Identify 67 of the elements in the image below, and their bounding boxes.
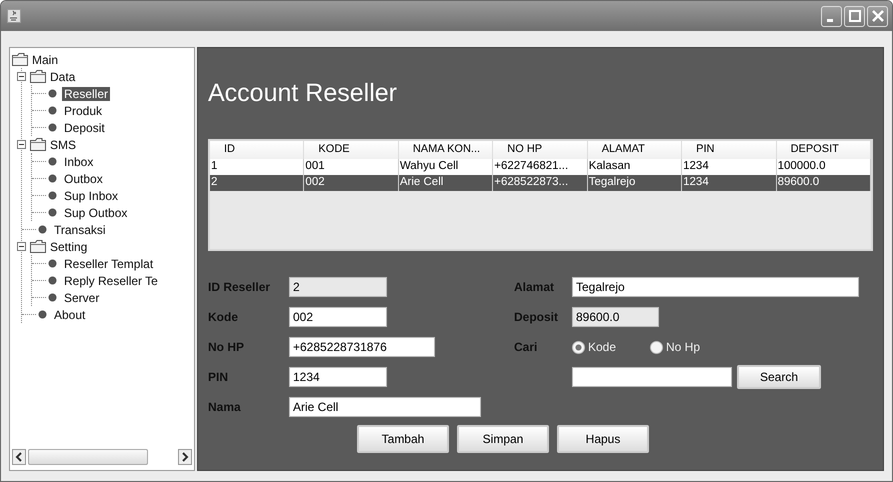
- tree-item[interactable]: About: [52, 308, 88, 322]
- field-label: Nama: [208, 400, 242, 414]
- table-cell: 1234: [682, 175, 777, 191]
- action-button[interactable]: Hapus: [557, 425, 649, 453]
- close-icon: [872, 10, 884, 22]
- input-field[interactable]: 2: [289, 277, 387, 297]
- table-cell: Arie Cell: [398, 175, 494, 191]
- tree-item[interactable]: Server: [62, 290, 102, 304]
- folder-icon: [30, 138, 46, 151]
- collapse-icon[interactable]: [17, 140, 26, 149]
- action-button[interactable]: Tambah: [357, 425, 449, 453]
- field-label: Kode: [208, 310, 239, 324]
- table-cell: 002: [304, 175, 399, 191]
- radio-icon[interactable]: [572, 340, 585, 354]
- tree-item[interactable]: SMS: [48, 138, 78, 152]
- minimize-button[interactable]: [821, 6, 842, 26]
- tree-item[interactable]: Sup Outbox: [62, 206, 130, 220]
- field-label: Deposit: [514, 310, 560, 324]
- input-field[interactable]: +6285228731876: [289, 337, 435, 357]
- minimize-icon: [827, 18, 833, 22]
- radio-icon[interactable]: [650, 340, 663, 354]
- input-field[interactable]: Arie Cell: [289, 397, 481, 417]
- radio-option[interactable]: Kode: [572, 340, 650, 354]
- action-button[interactable]: Simpan: [457, 425, 549, 453]
- tree-item[interactable]: Main: [30, 52, 60, 66]
- maximize-button[interactable]: [844, 6, 865, 26]
- table-cell: 89600.0: [776, 175, 871, 191]
- scroll-right-icon[interactable]: [178, 449, 192, 465]
- table-cell: 2: [210, 175, 304, 191]
- field-label: PIN: [208, 370, 230, 384]
- tree-item[interactable]: Reply Reseller Te: [62, 274, 160, 288]
- search-field[interactable]: [572, 367, 732, 387]
- search-button[interactable]: Search: [737, 365, 821, 389]
- folder-icon: [30, 240, 46, 253]
- tree-item[interactable]: Reseller Templat: [62, 256, 156, 270]
- tree-item[interactable]: Data: [48, 70, 78, 84]
- page-title: Account Reseller: [208, 79, 398, 109]
- tree-item[interactable]: Reseller: [62, 86, 110, 100]
- table-cell: +628522873...: [493, 175, 588, 191]
- field-label: Alamat: [514, 280, 556, 294]
- scroll-left-icon[interactable]: [12, 449, 26, 465]
- table-cell: Tegalrejo: [588, 175, 682, 191]
- tree-item[interactable]: Sup Inbox: [62, 188, 120, 202]
- tree-item[interactable]: Produk: [62, 104, 104, 118]
- tree-item[interactable]: Deposit: [62, 120, 107, 134]
- tree-item[interactable]: Inbox: [62, 154, 96, 168]
- horizontal-scrollbar[interactable]: [12, 448, 192, 466]
- table-row[interactable]: 2 002 Arie Cell +628522873... Tegalrejo 1234 89600.0: [210, 175, 871, 191]
- radio-option[interactable]: No Hp: [650, 340, 728, 354]
- input-field[interactable]: 1234: [289, 367, 387, 387]
- maximize-icon: [848, 10, 860, 22]
- tree-item[interactable]: Outbox: [62, 172, 105, 186]
- input-field[interactable]: Tegalrejo: [572, 277, 859, 297]
- input-field[interactable]: 89600.0: [572, 307, 659, 327]
- field-label: Cari: [514, 340, 538, 354]
- scroll-thumb[interactable]: [28, 449, 148, 465]
- collapse-icon[interactable]: [17, 242, 26, 251]
- field-label: ID Reseller: [208, 280, 272, 294]
- table-row[interactable]: 1 001 Wahyu Cell +622746821... Kalasan 1234 100000.0: [210, 159, 871, 175]
- tree-item[interactable]: Transaksi: [52, 222, 108, 236]
- tree-item[interactable]: Setting: [48, 240, 90, 254]
- collapse-icon[interactable]: [17, 72, 26, 81]
- input-field[interactable]: 002: [289, 307, 387, 327]
- folder-icon: [30, 70, 46, 83]
- folder-icon: [12, 53, 28, 66]
- close-button[interactable]: [867, 6, 888, 26]
- field-label: No HP: [208, 340, 245, 354]
